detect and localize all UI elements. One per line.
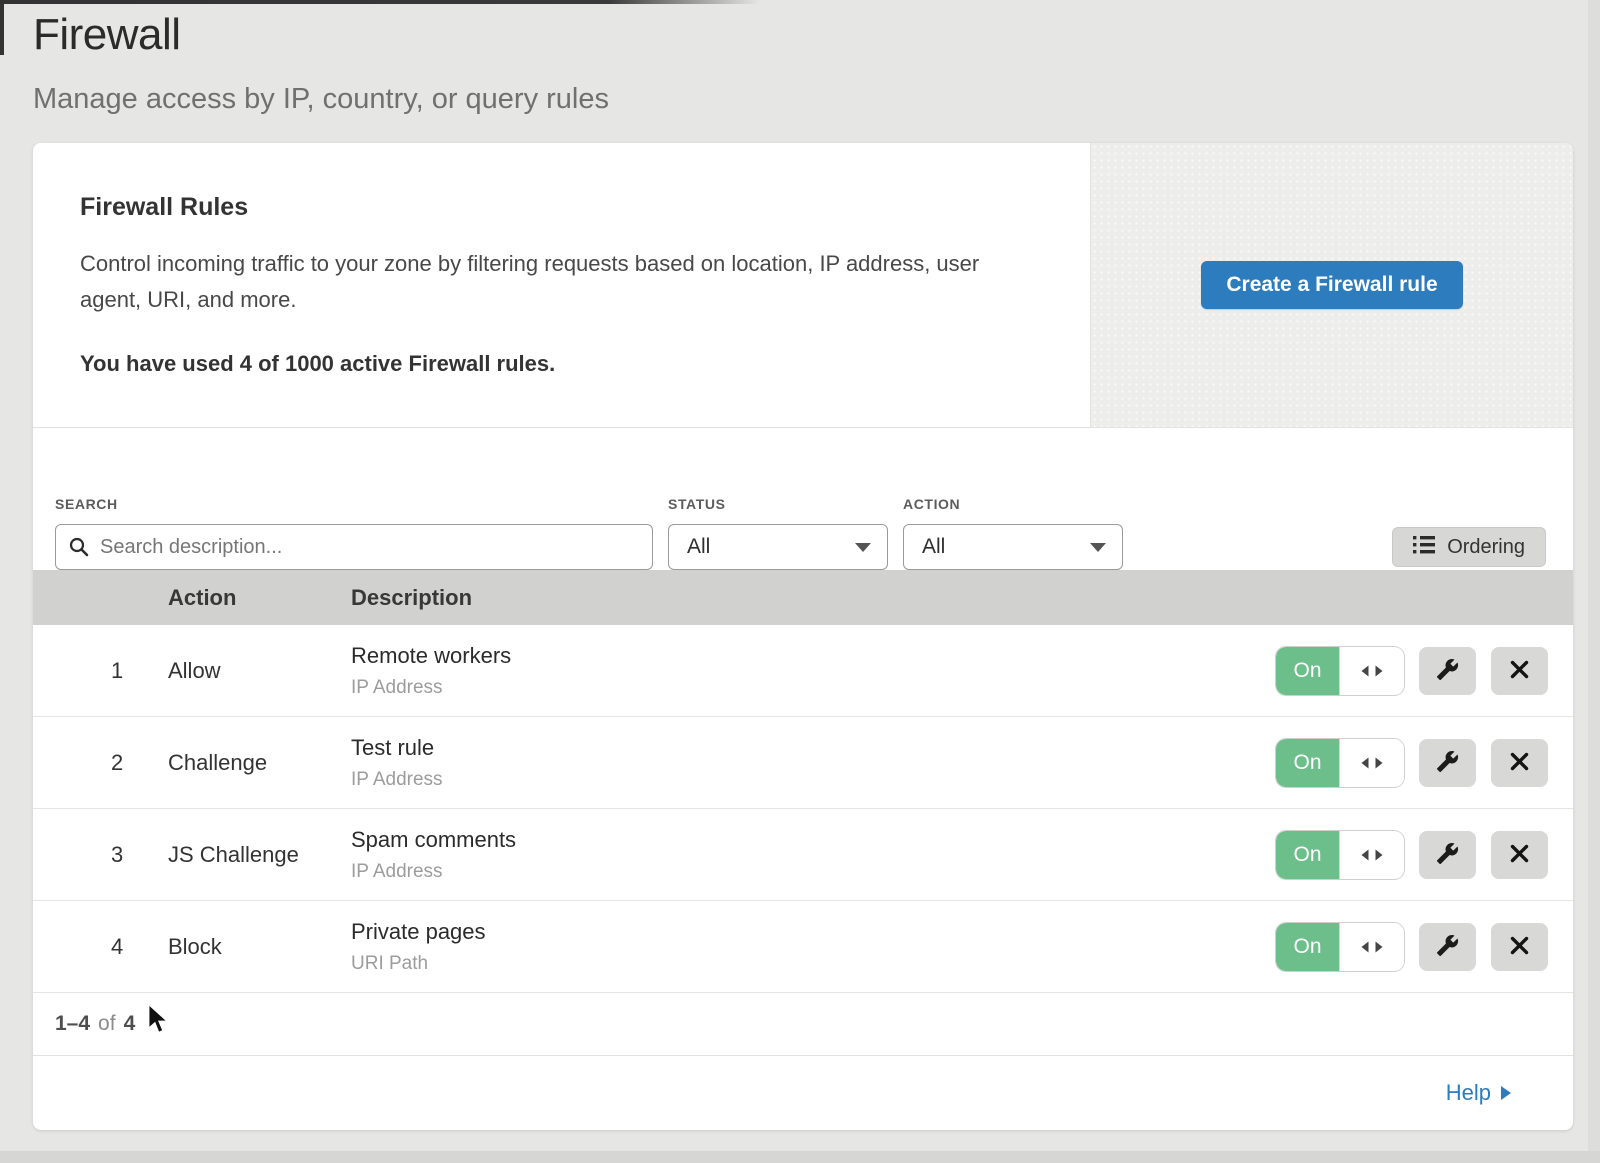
table-body: 1 Allow Remote workers IP Address On xyxy=(33,625,1573,993)
rule-match-type: IP Address xyxy=(351,769,1276,791)
rule-match-type: URI Path xyxy=(351,953,1276,975)
wrench-icon xyxy=(1436,658,1459,684)
page-title: Firewall xyxy=(33,10,1600,61)
table-row: 1 Allow Remote workers IP Address On xyxy=(33,625,1573,717)
rule-match-type: IP Address xyxy=(351,861,1276,883)
toggle-arrows-icon[interactable] xyxy=(1339,923,1404,971)
toggle-on-label: On xyxy=(1276,739,1339,787)
promo-section: Firewall Rules Control incoming traffic … xyxy=(33,143,1573,428)
rule-description: Test rule xyxy=(351,735,1276,761)
toggle-arrows-icon[interactable] xyxy=(1339,647,1404,695)
pagination-total: 4 xyxy=(124,1012,136,1036)
rule-description: Spam comments xyxy=(351,827,1276,853)
edit-rule-button[interactable] xyxy=(1419,739,1476,787)
rule-description: Remote workers xyxy=(351,643,1276,669)
rule-description: Private pages xyxy=(351,919,1276,945)
search-icon xyxy=(68,536,90,563)
wrench-icon xyxy=(1436,934,1459,960)
delete-rule-button[interactable] xyxy=(1491,923,1548,971)
rule-match-type: IP Address xyxy=(351,677,1276,699)
rule-priority: 2 xyxy=(33,750,168,776)
create-firewall-rule-button[interactable]: Create a Firewall rule xyxy=(1201,261,1462,309)
description-column-header: Description xyxy=(351,585,1277,611)
screenshot-right-edge xyxy=(1588,0,1600,1163)
chevron-down-icon xyxy=(1090,543,1106,552)
screenshot-bottom-edge xyxy=(0,1151,1600,1163)
section-heading: Firewall Rules xyxy=(80,193,1043,222)
status-select[interactable]: All xyxy=(668,524,888,570)
toggle-arrows-icon[interactable] xyxy=(1339,831,1404,879)
pagination-of: of xyxy=(98,1012,116,1036)
edit-rule-button[interactable] xyxy=(1419,647,1476,695)
search-input[interactable] xyxy=(55,524,653,570)
rule-priority: 4 xyxy=(33,934,168,960)
card-footer: Help xyxy=(33,1056,1573,1130)
wrench-icon xyxy=(1436,842,1459,868)
rule-action: Challenge xyxy=(168,750,351,776)
wrench-icon xyxy=(1436,750,1459,776)
table-header: Action Description xyxy=(33,570,1573,625)
help-link-label: Help xyxy=(1446,1080,1491,1106)
action-label: ACTION xyxy=(903,496,1123,512)
usage-summary: You have used 4 of 1000 active Firewall … xyxy=(80,351,1043,377)
status-filter-group: STATUS All xyxy=(668,496,888,570)
rule-enabled-toggle[interactable]: On xyxy=(1276,831,1404,879)
action-column-header: Action xyxy=(168,585,351,611)
rule-enabled-toggle[interactable]: On xyxy=(1276,647,1404,695)
filter-bar: SEARCH STATUS All ACTION All xyxy=(33,428,1573,570)
ordered-list-icon xyxy=(1413,535,1435,560)
triangle-right-icon xyxy=(1501,1086,1511,1100)
section-description: Control incoming traffic to your zone by… xyxy=(80,246,1030,318)
firewall-rules-card: Firewall Rules Control incoming traffic … xyxy=(33,143,1573,1130)
toggle-on-label: On xyxy=(1276,923,1339,971)
pagination: 1–4 of 4 xyxy=(33,993,1573,1056)
rule-priority: 1 xyxy=(33,658,168,684)
toggle-on-label: On xyxy=(1276,831,1339,879)
status-label: STATUS xyxy=(668,496,888,512)
x-icon xyxy=(1509,935,1530,959)
rule-action: Allow xyxy=(168,658,351,684)
x-icon xyxy=(1509,751,1530,775)
rule-enabled-toggle[interactable]: On xyxy=(1276,923,1404,971)
page-header: Firewall Manage access by IP, country, o… xyxy=(0,0,1600,116)
action-selected-value: All xyxy=(922,535,945,559)
action-select[interactable]: All xyxy=(903,524,1123,570)
rule-action: Block xyxy=(168,934,351,960)
action-filter-group: ACTION All xyxy=(903,496,1123,570)
ordering-button-label: Ordering xyxy=(1447,536,1525,559)
screenshot-top-edge xyxy=(0,0,760,4)
status-selected-value: All xyxy=(687,535,710,559)
rule-enabled-toggle[interactable]: On xyxy=(1276,739,1404,787)
edit-rule-button[interactable] xyxy=(1419,923,1476,971)
help-link[interactable]: Help xyxy=(1446,1080,1511,1106)
table-row: 4 Block Private pages URI Path On xyxy=(33,901,1573,993)
ordering-button[interactable]: Ordering xyxy=(1392,527,1546,567)
edit-rule-button[interactable] xyxy=(1419,831,1476,879)
x-icon xyxy=(1509,659,1530,683)
page-subtitle: Manage access by IP, country, or query r… xyxy=(33,83,1600,116)
pagination-range: 1–4 xyxy=(55,1012,90,1036)
search-label: SEARCH xyxy=(55,496,653,512)
chevron-down-icon xyxy=(855,543,871,552)
promo-text-area: Firewall Rules Control incoming traffic … xyxy=(33,143,1090,427)
toggle-on-label: On xyxy=(1276,647,1339,695)
promo-action-panel: Create a Firewall rule xyxy=(1090,143,1573,427)
screenshot-left-edge xyxy=(0,0,4,55)
table-row: 2 Challenge Test rule IP Address On xyxy=(33,717,1573,809)
rule-action: JS Challenge xyxy=(168,842,351,868)
x-icon xyxy=(1509,843,1530,867)
search-filter-group: SEARCH xyxy=(55,496,653,570)
rule-priority: 3 xyxy=(33,842,168,868)
table-row: 3 JS Challenge Spam comments IP Address … xyxy=(33,809,1573,901)
delete-rule-button[interactable] xyxy=(1491,739,1548,787)
delete-rule-button[interactable] xyxy=(1491,647,1548,695)
toggle-arrows-icon[interactable] xyxy=(1339,739,1404,787)
delete-rule-button[interactable] xyxy=(1491,831,1548,879)
